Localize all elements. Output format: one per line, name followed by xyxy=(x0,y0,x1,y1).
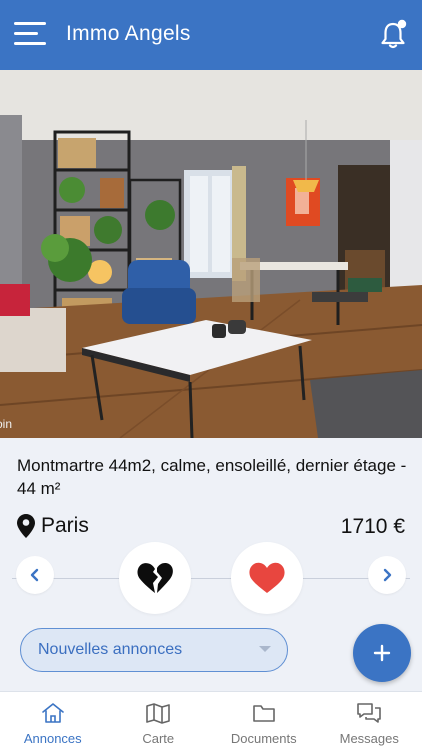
add-button[interactable] xyxy=(353,624,411,682)
chevron-right-icon xyxy=(383,568,392,582)
tab-label: Documents xyxy=(230,731,297,746)
previous-button[interactable] xyxy=(16,556,54,594)
listing-location: Paris xyxy=(17,514,89,538)
home-icon xyxy=(41,703,64,723)
next-button[interactable] xyxy=(368,556,406,594)
hamburger-menu-icon[interactable] xyxy=(14,20,48,48)
tab-documents[interactable]: Documents xyxy=(211,692,317,750)
tab-label: Annonces xyxy=(23,731,82,746)
listing-filter-dropdown[interactable]: Nouvelles annonces xyxy=(20,628,288,672)
listing-filter-value: Nouvelles annonces xyxy=(38,641,183,658)
plus-icon xyxy=(373,644,391,662)
dislike-button[interactable] xyxy=(119,542,191,614)
chevron-left-icon xyxy=(30,568,39,582)
broken-heart-icon xyxy=(137,563,173,593)
listing-title: Montmartre 44m2, calme, ensoleillé, dern… xyxy=(17,456,407,498)
notification-bell-icon[interactable] xyxy=(378,18,408,50)
listing-price: 1710 € xyxy=(340,515,405,538)
folder-icon xyxy=(252,705,275,722)
divider xyxy=(12,578,410,579)
top-app-bar: Immo Angels xyxy=(0,0,422,70)
tab-label: Messages xyxy=(339,731,399,746)
bottom-tab-bar: Annonces Carte Documents Messages xyxy=(0,691,422,750)
listing-photo[interactable]: oin xyxy=(0,70,422,438)
tab-messages[interactable]: Messages xyxy=(317,692,422,750)
map-icon xyxy=(146,703,171,724)
listing-info: Montmartre 44m2, calme, ensoleillé, dern… xyxy=(0,438,422,691)
tab-label: Carte xyxy=(142,731,175,746)
heart-icon xyxy=(249,562,285,593)
messages-icon xyxy=(357,703,382,723)
tab-annonces[interactable]: Annonces xyxy=(0,692,106,750)
like-button[interactable] xyxy=(231,542,303,614)
listing-city: Paris xyxy=(41,514,89,537)
caret-down-icon xyxy=(259,646,271,652)
photo-edge-text: oin xyxy=(0,417,12,431)
location-pin-icon xyxy=(17,514,35,538)
tab-carte[interactable]: Carte xyxy=(106,692,212,750)
app-title: Immo Angels xyxy=(66,22,191,45)
